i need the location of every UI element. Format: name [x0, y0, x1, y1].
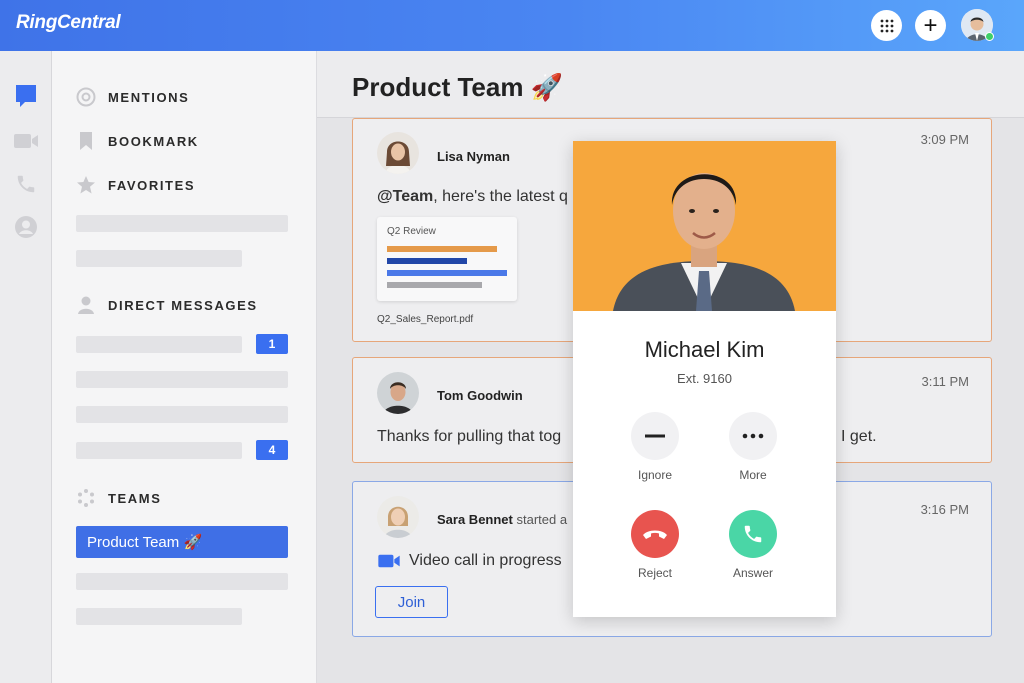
top-bar: RingCentral +	[0, 0, 1024, 51]
sidebar-section-teams[interactable]: TEAMS	[76, 488, 162, 508]
more-label: More	[739, 468, 767, 482]
message-text: Video call in progress	[377, 552, 562, 570]
dm-placeholder[interactable]	[76, 336, 242, 353]
team-placeholder[interactable]	[76, 608, 242, 625]
dm-placeholder[interactable]	[76, 442, 242, 459]
dialpad-icon	[880, 19, 893, 32]
preview-bar	[387, 246, 497, 252]
sidebar-item-bookmark[interactable]: BOOKMARK	[76, 131, 199, 151]
sender-name[interactable]: Lisa Nyman	[437, 149, 510, 164]
rail-phone[interactable]	[13, 171, 39, 197]
message-text: @Team, here's the latest q	[377, 188, 568, 206]
more-dots-icon	[742, 433, 764, 439]
avatar	[377, 132, 419, 174]
avatar-image	[377, 372, 419, 414]
preview-bar	[387, 282, 482, 288]
avatar	[377, 496, 419, 538]
phone-icon	[744, 525, 762, 543]
message-body: , here's the latest q	[433, 188, 568, 205]
avatar-image	[377, 132, 419, 174]
message-time: 3:16 PM	[920, 502, 969, 517]
page-title: Product Team 🚀	[352, 72, 564, 102]
more-button[interactable]	[729, 412, 777, 460]
unread-badge: 1	[256, 334, 288, 354]
user-avatar[interactable]	[961, 9, 994, 41]
rail-messages[interactable]	[13, 83, 39, 109]
dm-placeholder[interactable]	[76, 406, 288, 423]
at-sign-icon	[76, 87, 96, 107]
preview-bar	[387, 270, 507, 276]
sidebar-item-favorites[interactable]: FAVORITES	[76, 175, 195, 195]
hang-up-icon	[643, 530, 667, 539]
avatar	[377, 372, 419, 414]
ignore-label: Ignore	[637, 468, 673, 482]
sidebar-item-label: TEAMS	[108, 490, 162, 506]
attachment-title: Q2 Review	[387, 226, 436, 237]
message-text: Thanks for pulling that tog	[377, 428, 562, 445]
sidebar-item-mentions[interactable]: MENTIONS	[76, 87, 189, 107]
attachment-filename[interactable]: Q2_Sales_Report.pdf	[377, 314, 473, 325]
sender-action: started a	[516, 512, 568, 527]
favorite-placeholder[interactable]	[76, 215, 288, 232]
app-logo[interactable]: RingCentral	[16, 12, 121, 34]
reject-label: Reject	[637, 566, 672, 580]
add-button[interactable]: +	[915, 10, 946, 41]
sidebar-item-label: MENTIONS	[108, 89, 190, 105]
preview-bar	[387, 258, 467, 264]
caller-photo-image	[573, 141, 836, 311]
favorite-placeholder[interactable]	[76, 250, 242, 267]
rail-video[interactable]	[13, 128, 39, 154]
rail-contacts[interactable]	[13, 214, 39, 240]
dm-placeholder[interactable]	[76, 371, 288, 388]
chat-icon	[16, 85, 36, 107]
sidebar-section-direct-messages[interactable]: DIRECT MESSAGES	[76, 295, 258, 315]
dialpad-button[interactable]	[871, 10, 902, 41]
answer-label: Answer	[732, 566, 773, 580]
message-text-tail: I get.	[841, 428, 877, 445]
conversation-header: Product Team 🚀	[317, 51, 1024, 118]
attachment-preview[interactable]: Q2 Review	[377, 217, 517, 301]
sender-name[interactable]: Tom Goodwin	[437, 388, 523, 403]
mention[interactable]: @Team	[377, 188, 433, 205]
sidebar-item-label: FAVORITES	[108, 177, 196, 193]
message-body: Video call in progress	[409, 552, 562, 569]
message-time: 3:09 PM	[920, 132, 969, 147]
sidebar-item-product-team[interactable]: Product Team 🚀	[76, 526, 288, 558]
incoming-call-dialog: Michael Kim Ext. 9160 Ignore More Reject…	[573, 141, 836, 617]
video-icon	[14, 134, 38, 148]
teams-icon	[76, 488, 96, 508]
join-button[interactable]: Join	[375, 586, 448, 618]
sender-name[interactable]: Sara Bennet	[437, 512, 513, 527]
avatar-image	[377, 496, 419, 538]
answer-button[interactable]	[729, 510, 777, 558]
ignore-button[interactable]	[631, 412, 679, 460]
video-icon	[378, 554, 400, 568]
star-icon	[76, 175, 96, 195]
sidebar-item-label: DIRECT MESSAGES	[108, 297, 258, 313]
sender-line: Sara Bennet started a	[437, 512, 567, 527]
sidebar: MENTIONS BOOKMARK FAVORITES DIRECT MESSA…	[52, 51, 317, 683]
presence-online-dot	[985, 32, 994, 41]
icon-rail	[0, 51, 52, 683]
minus-icon	[645, 434, 665, 438]
team-placeholder[interactable]	[76, 573, 288, 590]
caller-photo	[573, 141, 836, 311]
unread-badge: 4	[256, 440, 288, 460]
caller-extension: Ext. 9160	[677, 371, 732, 386]
phone-icon	[17, 175, 35, 193]
contact-icon	[15, 216, 37, 238]
person-icon	[76, 295, 96, 315]
message-time: 3:11 PM	[921, 374, 969, 389]
reject-button[interactable]	[631, 510, 679, 558]
caller-name: Michael Kim	[644, 337, 765, 362]
bookmark-icon	[76, 131, 96, 151]
sidebar-item-label: BOOKMARK	[108, 133, 199, 149]
